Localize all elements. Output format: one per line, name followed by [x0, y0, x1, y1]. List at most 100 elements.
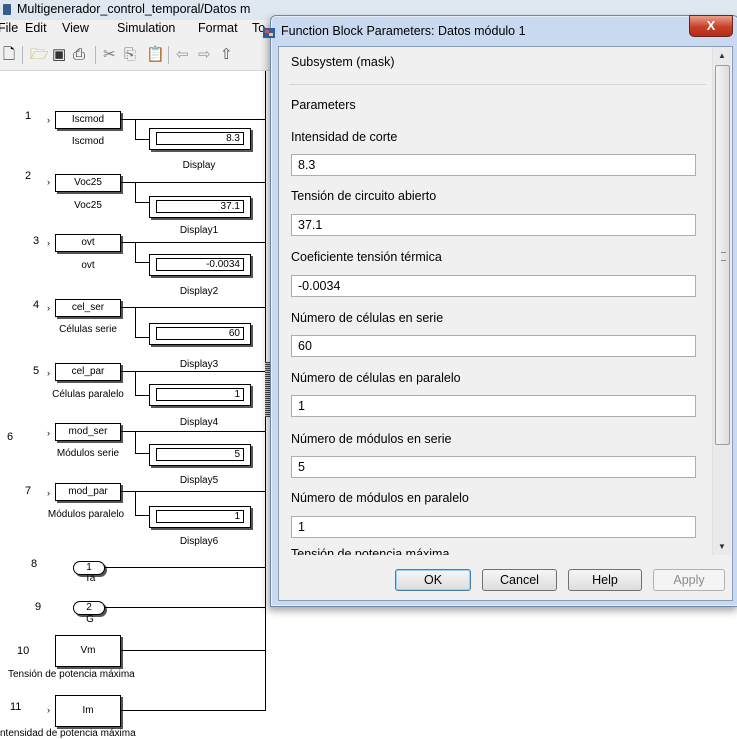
signal-line — [135, 453, 149, 454]
from-block-cel-ser[interactable]: cel_ser — [55, 299, 121, 317]
simulink-app-icon — [3, 4, 11, 15]
from-block-cel-par[interactable]: cel_par — [55, 363, 121, 381]
divider — [289, 84, 706, 85]
from-block-mod-ser[interactable]: mod_ser — [55, 423, 121, 441]
forward-arrow-icon[interactable]: ⇨ — [198, 47, 211, 63]
param-input-modulos-paralelo[interactable]: 1 — [291, 516, 696, 538]
copy-icon[interactable]: ⎘ — [124, 47, 136, 63]
section-title: Subsystem (mask) — [291, 55, 395, 69]
from-block-mod-par[interactable]: mod_par — [55, 483, 121, 501]
cut-icon[interactable]: ✂ — [103, 47, 116, 63]
dialog-body: Subsystem (mask) Parameters Intensidad d… — [278, 46, 733, 601]
param-input-celulas-paralelo[interactable]: 1 — [291, 395, 696, 417]
inport-number: 2 — [25, 170, 32, 182]
parameters-scroll-area[interactable]: Subsystem (mask) Parameters Intensidad d… — [279, 47, 712, 555]
param-input-coef-tension[interactable]: -0.0034 — [291, 275, 696, 297]
display-block[interactable]: 8.3 — [149, 128, 251, 150]
from-block-ovt[interactable]: ovt — [55, 234, 121, 252]
menu-format[interactable]: Format — [198, 21, 238, 35]
display-value: 1 — [156, 388, 244, 401]
display-block[interactable]: 60 — [149, 323, 251, 345]
block-label: Células serie — [59, 324, 117, 335]
from-block-voc25[interactable]: Voc25 — [55, 174, 121, 192]
display-label: Display5 — [179, 475, 219, 486]
menu-view[interactable]: View — [62, 21, 89, 35]
outport-number: 9 — [35, 601, 42, 613]
up-arrow-icon[interactable]: ⇧ — [220, 47, 233, 63]
signal-line — [135, 515, 149, 516]
inport-number: 6 — [7, 431, 14, 443]
new-model-icon[interactable]: 🗋 — [3, 47, 15, 63]
block-label: Voc25 — [74, 200, 102, 211]
signal-line — [135, 119, 136, 139]
cancel-button[interactable]: Cancel — [482, 569, 557, 591]
display-label: Display1 — [179, 225, 219, 236]
param-input-celulas-serie[interactable]: 60 — [291, 335, 696, 357]
param-input-tension-circuito[interactable]: 37.1 — [291, 214, 696, 236]
display-label: Display — [182, 160, 216, 171]
display-block[interactable]: 5 — [149, 444, 251, 466]
scrollbar-thumb[interactable] — [715, 65, 730, 445]
signal-line — [135, 395, 149, 396]
signal-line — [121, 491, 265, 492]
signal-line — [121, 242, 265, 243]
block-label: ovt — [81, 260, 95, 271]
display-value: 60 — [156, 327, 244, 340]
dialog-title: Function Block Parameters: Datos módulo … — [281, 24, 526, 38]
param-input-modulos-serie[interactable]: 5 — [291, 456, 696, 478]
arrow-icon: › — [47, 428, 50, 438]
toolbar-separator — [22, 46, 23, 64]
from-block-iscmod[interactable]: Iscmod — [55, 111, 121, 129]
inport-number: 4 — [33, 299, 40, 311]
param-label-tension-circuito: Tensión de circuito abierto — [291, 189, 437, 203]
apply-button[interactable]: Apply — [653, 569, 725, 591]
arrow-icon: › — [47, 488, 50, 498]
scroll-up-arrow-icon[interactable]: ▲ — [713, 47, 731, 64]
display-value: 37.1 — [156, 200, 244, 213]
arrow-icon: › — [47, 705, 50, 715]
vertical-scrollbar[interactable]: ▲ ▼ — [712, 47, 731, 555]
ok-button[interactable]: OK — [395, 569, 471, 591]
display-label: Display3 — [179, 359, 219, 370]
constant-block-g[interactable]: 2 — [73, 601, 105, 615]
signal-line — [121, 710, 265, 711]
param-label-modulos-serie: Número de módulos en serie — [291, 432, 452, 446]
param-input-intensidad-corte[interactable]: 8.3 — [291, 154, 696, 176]
signal-line — [121, 650, 265, 651]
help-button[interactable]: Help — [568, 569, 642, 591]
signal-line — [135, 242, 136, 262]
block-label: G — [86, 614, 94, 625]
close-button[interactable]: X — [689, 15, 733, 37]
block-label: Módulos paralelo — [47, 509, 125, 520]
menu-file[interactable]: File — [0, 21, 18, 35]
block-label: Células paralelo — [52, 389, 124, 400]
save-icon[interactable]: ▣ — [52, 47, 66, 63]
signal-line — [105, 567, 265, 568]
open-folder-icon[interactable]: 🗁 — [30, 47, 49, 63]
display-block[interactable]: -0.0034 — [149, 254, 251, 276]
outport-number: 11 — [10, 701, 22, 713]
signal-line — [135, 262, 149, 263]
block-label: Tensión de potencia máxima — [8, 669, 135, 680]
block-label: Módulos serie — [56, 448, 120, 459]
model-window-title: Multigenerador_control_temporal/Datos m — [17, 2, 251, 16]
display-value: 1 — [156, 510, 244, 523]
inport-number: 1 — [25, 110, 32, 122]
display-label: Display2 — [179, 286, 219, 297]
signal-line — [105, 607, 265, 608]
paste-icon[interactable]: 📋 — [146, 47, 165, 63]
goto-block-vm[interactable]: Vm — [55, 635, 121, 667]
display-block[interactable]: 1 — [149, 384, 251, 406]
goto-block-im[interactable]: Im — [55, 695, 121, 727]
back-arrow-icon[interactable]: ⇦ — [176, 47, 189, 63]
display-block[interactable]: 1 — [149, 506, 251, 528]
arrow-icon: › — [47, 115, 50, 125]
signal-line — [135, 431, 136, 453]
display-block[interactable]: 37.1 — [149, 196, 251, 218]
menu-simulation[interactable]: Simulation — [117, 21, 175, 35]
print-icon[interactable]: ⎙ — [73, 47, 85, 63]
param-label-celulas-serie: Número de células en serie — [291, 311, 444, 325]
block-label: ntensidad de potencia máxima — [0, 728, 136, 739]
menu-edit[interactable]: Edit — [25, 21, 47, 35]
scroll-down-arrow-icon[interactable]: ▼ — [713, 538, 731, 555]
